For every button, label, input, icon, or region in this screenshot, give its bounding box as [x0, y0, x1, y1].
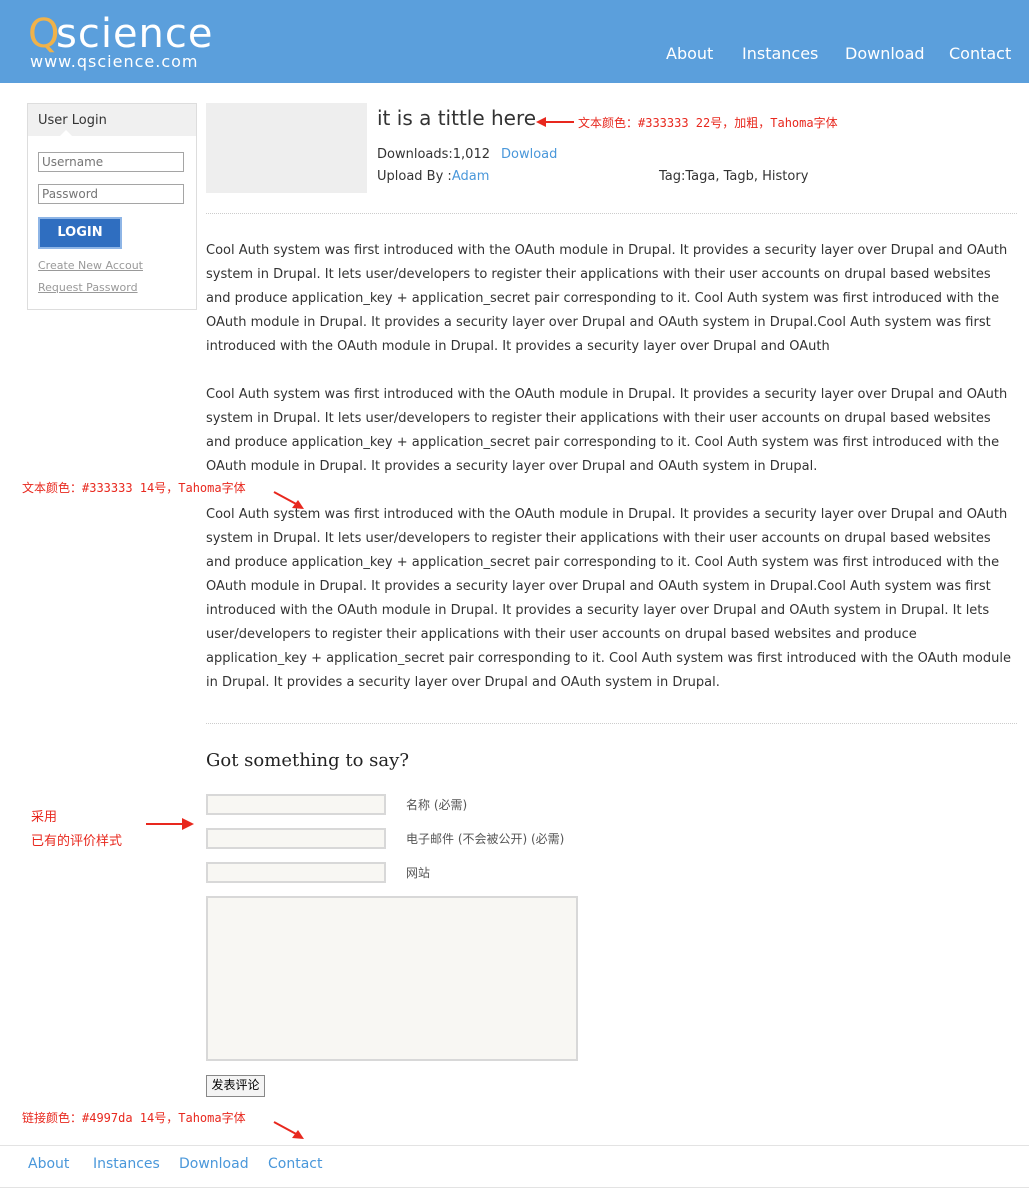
- divider-bottom: [206, 723, 1017, 724]
- login-header-notch: [60, 130, 72, 136]
- user-login-panel: User Login LOGIN Create New Accout Reque…: [27, 103, 197, 310]
- uploader-link[interactable]: Adam: [452, 169, 490, 184]
- footer-link-instances[interactable]: Instances: [93, 1156, 160, 1172]
- site-header: Q science www.qscience.com About Instanc…: [0, 0, 1029, 83]
- logo-url: www.qscience.com: [30, 52, 199, 71]
- comment-website-label: 网站: [406, 866, 431, 880]
- nav-contact[interactable]: Contact: [949, 44, 1011, 63]
- title-annotation: 文本颜色：#333333 22号，加粗，Tahoma字体: [578, 116, 838, 130]
- body-paragraph-2: Cool Auth system was first introduced wi…: [206, 387, 1008, 474]
- nav-instances[interactable]: Instances: [742, 44, 818, 63]
- divider-top: [206, 213, 1017, 214]
- footer-link-download[interactable]: Download: [179, 1156, 249, 1172]
- download-link[interactable]: Dowload: [501, 147, 557, 162]
- comment-textarea[interactable]: [206, 896, 578, 1061]
- login-header: User Login: [28, 104, 196, 136]
- footer-link-contact[interactable]: Contact: [268, 1156, 322, 1172]
- upload-by-text: Upload By :: [377, 169, 452, 184]
- nav-about[interactable]: About: [666, 44, 713, 63]
- comment-title: Got something to say?: [206, 750, 409, 771]
- site-logo[interactable]: Q science www.qscience.com: [28, 12, 218, 72]
- login-title: User Login: [38, 113, 107, 128]
- logo-wordmark: science: [56, 11, 214, 57]
- comment-annotation-line2: 已有的评价样式: [31, 834, 123, 849]
- comment-annotation-line1: 采用: [31, 810, 58, 825]
- comment-email-label: 电子邮件 (不会被公开) (必需): [406, 832, 565, 846]
- link-annotation-arrow: [273, 1121, 304, 1139]
- title-annotation-arrow: [536, 117, 574, 127]
- item-thumbnail: [206, 103, 367, 193]
- logo-q: Q: [28, 11, 60, 57]
- body-annotation-arrow: [273, 491, 304, 509]
- footer-link-about[interactable]: About: [28, 1156, 69, 1172]
- comment-submit-button[interactable]: 发表评论: [206, 1075, 265, 1097]
- item-tags: Tag:Taga, Tagb, History: [659, 169, 809, 184]
- footer-bottom-border: [0, 1187, 1029, 1188]
- request-password-link[interactable]: Request Password: [38, 281, 138, 294]
- password-input[interactable]: [38, 184, 184, 204]
- nav-download[interactable]: Download: [845, 44, 925, 63]
- comment-name-label: 名称 (必需): [406, 798, 468, 812]
- item-title: it is a tittle here: [377, 106, 537, 130]
- body-paragraph-3: Cool Auth system was first introduced wi…: [206, 507, 1011, 690]
- comment-email-input[interactable]: [206, 828, 386, 849]
- login-button[interactable]: LOGIN: [38, 217, 122, 249]
- upload-by-label: Upload By :Adam: [377, 169, 489, 184]
- body-annotation: 文本颜色：#333333 14号，Tahoma字体: [22, 481, 246, 495]
- comment-website-input[interactable]: [206, 862, 386, 883]
- link-annotation: 链接颜色：#4997da 14号，Tahoma字体: [22, 1111, 246, 1125]
- body-paragraph-1: Cool Auth system was first introduced wi…: [206, 243, 1008, 354]
- downloads-count: Downloads:1,012: [377, 147, 490, 162]
- username-input[interactable]: [38, 152, 184, 172]
- create-account-link[interactable]: Create New Accout: [38, 259, 143, 272]
- comment-annotation-arrow: [146, 818, 194, 830]
- comment-name-input[interactable]: [206, 794, 386, 815]
- footer-top-border: [0, 1145, 1029, 1146]
